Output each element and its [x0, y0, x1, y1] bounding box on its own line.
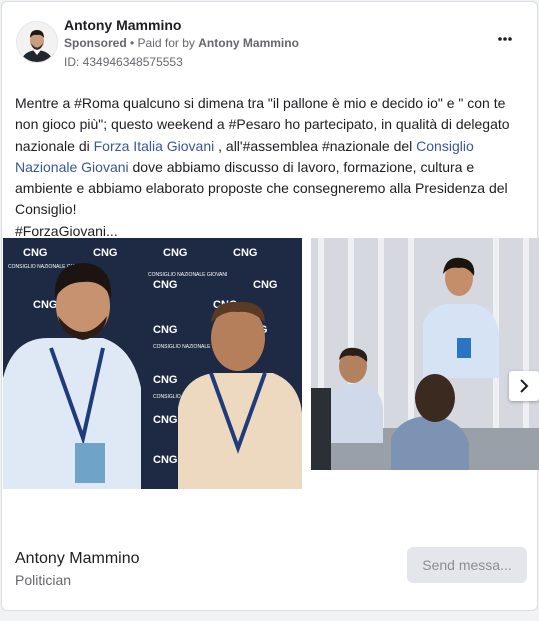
carousel-next-button[interactable]: [509, 371, 539, 401]
carousel-image-1[interactable]: CNG CNG CNG CNG CNG CNG CNG CNG CNG CNG …: [3, 238, 302, 489]
advertiser-name[interactable]: Antony Mammino: [64, 17, 181, 33]
carousel-image-2[interactable]: [311, 238, 539, 470]
backdrop-logo: CNG: [233, 247, 257, 259]
post-text-hashtag: #ForzaGiovani...: [15, 222, 118, 239]
backdrop-logo: CNG: [153, 279, 177, 291]
avatar[interactable]: [16, 21, 58, 63]
footer-page-category: Politician: [15, 572, 72, 588]
backdrop-logo: CNG: [33, 299, 57, 311]
sponsored-label: Sponsored: [64, 36, 127, 50]
footer-page-name[interactable]: Antony Mammino: [15, 550, 140, 568]
chevron-right-icon: [520, 379, 529, 393]
backdrop-logo: CNG: [153, 414, 177, 426]
backdrop-logo: CNG: [153, 324, 177, 336]
ad-card: Antony Mammino Sponsored • Paid for by A…: [1, 1, 539, 611]
post-text-2: , all'#assemblea #nazionale del: [214, 137, 417, 154]
sponsored-line: Sponsored • Paid for by Antony Mammino: [64, 36, 299, 50]
send-message-button[interactable]: Send messa...: [407, 547, 527, 583]
paid-for-name: Antony Mammino: [198, 36, 299, 50]
ad-id: ID: 434946348575553: [64, 55, 183, 69]
backdrop-logo: CNG: [93, 247, 117, 259]
media-carousel: CNG CNG CNG CNG CNG CNG CNG CNG CNG CNG …: [3, 238, 539, 490]
backdrop-logo: CNG: [153, 454, 177, 466]
more-options-button[interactable]: [497, 31, 513, 42]
more-horizontal-icon: [498, 37, 512, 41]
paid-for-prefix: • Paid for by: [126, 36, 199, 50]
backdrop-logo: CNG: [153, 374, 177, 386]
link-forza-italia-giovani[interactable]: Forza Italia Giovani: [94, 138, 215, 154]
post-text: Mentre a #Roma qualcuno si dimena tra "i…: [15, 93, 527, 242]
backdrop-logo: CNG: [23, 247, 47, 259]
backdrop-logo: CNG: [253, 279, 277, 291]
backdrop-text: CONSIGLIO NAZIONALE GIOVANI: [148, 272, 227, 278]
backdrop-logo: CNG: [163, 247, 187, 259]
